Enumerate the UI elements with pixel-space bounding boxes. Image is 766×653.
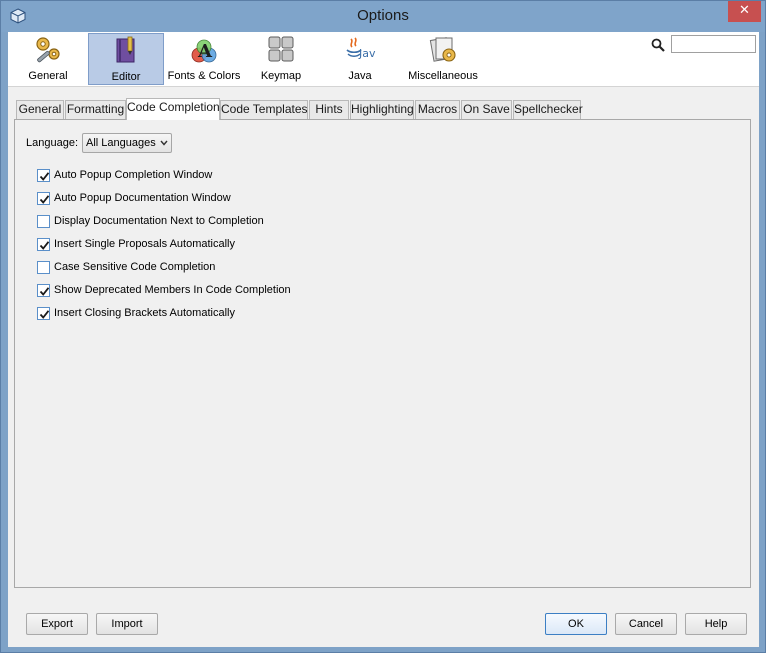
export-button[interactable]: Export <box>26 613 88 635</box>
tab-hints[interactable]: Hints <box>309 100 349 119</box>
category-label: Miscellaneous <box>408 70 478 82</box>
category-java[interactable]: Java Java <box>322 33 398 85</box>
close-icon: ✕ <box>739 3 750 18</box>
checkbox[interactable] <box>37 307 50 320</box>
tab-highlighting[interactable]: Highlighting <box>350 100 414 119</box>
category-label: Fonts & Colors <box>167 70 241 82</box>
gear-wrench-icon <box>36 37 60 63</box>
cancel-button[interactable]: Cancel <box>615 613 677 635</box>
category-label: Keymap <box>260 70 302 82</box>
checkmark-icon <box>39 287 50 296</box>
category-editor[interactable]: Editor <box>88 33 164 85</box>
checkmark-icon <box>39 172 50 181</box>
category-label: Editor <box>111 71 141 83</box>
category-label: Java <box>348 70 372 82</box>
option-label: Auto Popup Documentation Window <box>54 192 231 204</box>
tab-on-save[interactable]: On Save <box>461 100 512 119</box>
window-title: Options <box>357 7 409 24</box>
checkbox[interactable] <box>37 284 50 297</box>
category-keymap[interactable]: Keymap <box>244 33 318 85</box>
tab-code-completion[interactable]: Code Completion <box>126 98 220 120</box>
svg-text:Java: Java <box>358 47 376 60</box>
language-select-value: All Languages <box>86 137 156 149</box>
checkbox[interactable] <box>37 169 50 182</box>
ok-button[interactable]: OK <box>545 613 607 635</box>
help-button[interactable]: Help <box>685 613 747 635</box>
fonts-colors-icon: A <box>191 39 217 63</box>
option-label: Insert Closing Brackets Automatically <box>54 307 235 319</box>
option-label: Insert Single Proposals Automatically <box>54 238 235 250</box>
options-window: Options ✕ General Editor A Fonts & Color… <box>0 0 766 653</box>
checkbox[interactable] <box>37 215 50 228</box>
category-label: General <box>28 70 68 82</box>
tab-formatting[interactable]: Formatting <box>65 100 126 119</box>
checkmark-icon <box>39 241 50 250</box>
option-label: Auto Popup Completion Window <box>54 169 213 181</box>
code-completion-panel: Language: All Languages Auto Popup Compl… <box>14 119 751 588</box>
close-button[interactable]: ✕ <box>728 1 761 22</box>
category-fonts-colors[interactable]: A Fonts & Colors <box>166 33 242 85</box>
search-input[interactable] <box>671 35 756 53</box>
checkmark-icon <box>39 310 50 319</box>
option-label: Show Deprecated Members In Code Completi… <box>54 284 291 296</box>
category-miscellaneous[interactable]: Miscellaneous <box>402 33 484 85</box>
chevron-down-icon <box>160 140 168 146</box>
editor-book-icon <box>116 36 135 63</box>
tab-spellchecker[interactable]: Spellchecker <box>513 100 583 119</box>
option-label: Case Sensitive Code Completion <box>54 261 216 273</box>
checkbox[interactable] <box>37 238 50 251</box>
java-icon: Java <box>346 37 376 60</box>
import-button[interactable]: Import <box>96 613 158 635</box>
tab-code-templates[interactable]: Code Templates <box>220 100 308 119</box>
category-toolbar: General Editor A Fonts & Colors Keymap J… <box>8 32 759 87</box>
language-label: Language: <box>26 137 78 149</box>
miscellaneous-icon <box>429 37 456 62</box>
keyboard-icon <box>268 36 294 62</box>
title-bar[interactable]: Options ✕ <box>1 1 765 32</box>
tab-macros[interactable]: Macros <box>415 100 460 119</box>
category-general[interactable]: General <box>10 33 86 85</box>
checkbox[interactable] <box>37 192 50 205</box>
tab-general[interactable]: General <box>16 100 64 119</box>
option-label: Display Documentation Next to Completion <box>54 215 264 227</box>
checkmark-icon <box>39 195 50 204</box>
search-icon <box>651 38 665 52</box>
language-select[interactable]: All Languages <box>82 133 172 153</box>
svg-text:A: A <box>197 41 213 62</box>
checkbox[interactable] <box>37 261 50 274</box>
options-client-area: General Editor A Fonts & Colors Keymap J… <box>8 32 759 647</box>
